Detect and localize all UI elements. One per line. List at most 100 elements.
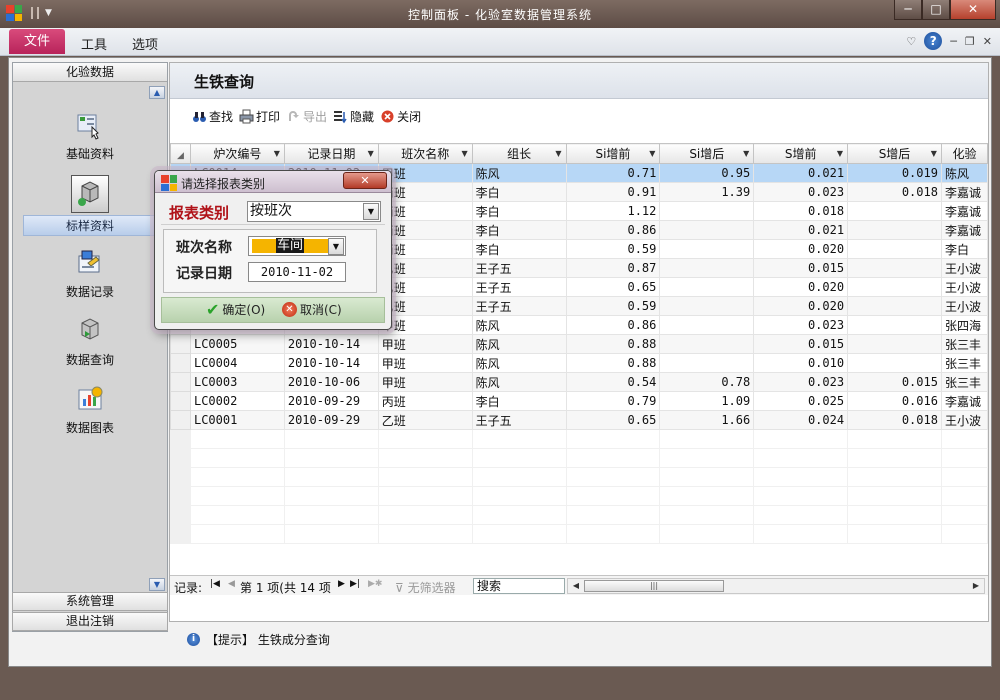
table-cell[interactable]: 0.021 bbox=[753, 220, 849, 240]
table-cell[interactable] bbox=[659, 315, 755, 335]
table-cell[interactable]: 0.65 bbox=[565, 410, 661, 430]
table-cell[interactable]: 李白 bbox=[471, 391, 567, 411]
table-cell[interactable]: 甲班 bbox=[377, 163, 473, 183]
tab-tools[interactable]: 工具 bbox=[81, 34, 107, 53]
table-cell[interactable]: 王子五 bbox=[471, 410, 567, 430]
table-cell[interactable]: 李白 bbox=[471, 239, 567, 259]
column-header[interactable]: S增后 ▼ bbox=[847, 143, 942, 164]
table-cell[interactable]: 王子五 bbox=[471, 277, 567, 297]
filter-status[interactable]: ⊽ 无筛选器 bbox=[395, 579, 456, 596]
column-header[interactable]: 组长 ▼ bbox=[471, 143, 567, 164]
table-cell[interactable]: 陈风 bbox=[940, 163, 988, 183]
hide-button[interactable]: 隐藏 bbox=[333, 108, 374, 125]
next-record-icon[interactable]: ▶ bbox=[338, 579, 345, 589]
table-cell[interactable]: 丙班 bbox=[377, 182, 473, 202]
table-cell[interactable]: 0.023 bbox=[753, 182, 849, 202]
table-cell[interactable]: 王小波 bbox=[940, 258, 988, 278]
horizontal-scrollbar[interactable]: ◀ ||| ▶ bbox=[567, 578, 985, 594]
table-cell[interactable]: 甲班 bbox=[377, 353, 473, 373]
table-cell[interactable]: 0.86 bbox=[565, 315, 661, 335]
table-cell[interactable]: 0.018 bbox=[753, 201, 849, 221]
select-all-header[interactable]: ◢ bbox=[170, 143, 191, 164]
column-header[interactable]: Si增前 ▼ bbox=[565, 143, 661, 164]
table-cell[interactable]: 李白 bbox=[940, 239, 988, 259]
table-cell[interactable]: LC0003 bbox=[189, 372, 285, 392]
table-cell[interactable]: 0.87 bbox=[565, 258, 661, 278]
table-cell[interactable]: 丙班 bbox=[377, 220, 473, 240]
row-selector[interactable] bbox=[170, 353, 191, 373]
table-cell[interactable]: 甲班 bbox=[377, 334, 473, 354]
nav-scroll-up-icon[interactable]: ▲ bbox=[149, 86, 165, 99]
table-cell[interactable] bbox=[659, 353, 755, 373]
print-button[interactable]: 打印 bbox=[239, 108, 280, 125]
table-row[interactable]: LC0005 2010-10-14 甲班 陈风 0.88 0.015 张三丰 bbox=[170, 334, 988, 354]
table-cell[interactable] bbox=[847, 201, 942, 221]
search-input[interactable]: 搜索 bbox=[473, 578, 565, 594]
table-cell[interactable]: 陈风 bbox=[471, 372, 567, 392]
table-cell[interactable]: 0.88 bbox=[565, 334, 661, 354]
column-header[interactable]: 班次名称 ▼ bbox=[377, 143, 473, 164]
tab-options[interactable]: 选项 bbox=[132, 34, 158, 53]
table-cell[interactable]: 王子五 bbox=[471, 296, 567, 316]
table-cell[interactable] bbox=[659, 220, 755, 240]
table-cell[interactable]: 乙班 bbox=[377, 258, 473, 278]
scroll-left-icon[interactable]: ◀ bbox=[569, 580, 583, 592]
nav-item-standard-sample[interactable]: 标样资料 bbox=[13, 175, 167, 236]
dialog-close-button[interactable]: ✕ bbox=[343, 172, 387, 189]
table-cell[interactable]: 0.015 bbox=[753, 258, 849, 278]
ok-button[interactable]: ✔ 确定(O) bbox=[206, 301, 265, 318]
table-cell[interactable]: 0.024 bbox=[753, 410, 849, 430]
table-cell[interactable] bbox=[659, 334, 755, 354]
table-cell[interactable]: 李嘉诚 bbox=[940, 220, 988, 240]
table-cell[interactable]: 李白 bbox=[471, 182, 567, 202]
table-cell[interactable]: 0.019 bbox=[847, 163, 942, 183]
nav-item-data-record[interactable]: 数据记录 bbox=[13, 247, 167, 300]
table-cell[interactable]: LC0005 bbox=[189, 334, 285, 354]
table-cell[interactable]: 0.018 bbox=[847, 410, 942, 430]
table-cell[interactable]: 李嘉诚 bbox=[940, 391, 988, 411]
table-cell[interactable]: 陈风 bbox=[471, 315, 567, 335]
table-cell[interactable] bbox=[659, 296, 755, 316]
report-type-select[interactable]: 按班次 ▼ bbox=[247, 201, 381, 222]
table-cell[interactable]: 2010-10-14 bbox=[283, 334, 379, 354]
table-cell[interactable] bbox=[847, 239, 942, 259]
table-cell[interactable] bbox=[847, 315, 942, 335]
table-cell[interactable] bbox=[847, 277, 942, 297]
export-button[interactable]: 导出 bbox=[286, 108, 327, 125]
table-row[interactable]: LC0002 2010-09-29 丙班 李白 0.79 1.09 0.025 0.016 李嘉… bbox=[170, 391, 988, 411]
table-cell[interactable]: 李白 bbox=[471, 201, 567, 221]
table-cell[interactable]: 甲班 bbox=[377, 315, 473, 335]
minimize-button[interactable]: ─ bbox=[894, 0, 922, 20]
ribbon-collapse-icon[interactable]: ♡ bbox=[906, 35, 916, 48]
row-selector[interactable] bbox=[170, 391, 191, 411]
table-cell[interactable]: 李白 bbox=[471, 220, 567, 240]
table-cell[interactable]: 1.66 bbox=[659, 410, 755, 430]
nav-group-logout[interactable]: 退出注销 bbox=[12, 612, 168, 631]
table-cell[interactable]: 0.59 bbox=[565, 296, 661, 316]
table-cell[interactable]: 0.78 bbox=[659, 372, 755, 392]
table-cell[interactable]: 0.59 bbox=[565, 239, 661, 259]
table-cell[interactable]: 王子五 bbox=[471, 258, 567, 278]
table-cell[interactable]: 0.020 bbox=[753, 239, 849, 259]
table-cell[interactable]: 乙班 bbox=[377, 277, 473, 297]
table-cell[interactable]: 王小波 bbox=[940, 277, 988, 297]
row-selector[interactable] bbox=[170, 334, 191, 354]
table-cell[interactable]: 0.018 bbox=[847, 182, 942, 202]
table-cell[interactable]: 0.021 bbox=[753, 163, 849, 183]
scroll-right-icon[interactable]: ▶ bbox=[969, 580, 983, 592]
table-cell[interactable]: 0.65 bbox=[565, 277, 661, 297]
table-cell[interactable]: LC0001 bbox=[189, 410, 285, 430]
cancel-button[interactable]: ✕ 取消(C) bbox=[282, 301, 342, 318]
table-cell[interactable] bbox=[659, 277, 755, 297]
mdi-close-icon[interactable]: ✕ bbox=[983, 35, 992, 48]
table-cell[interactable]: 2010-10-14 bbox=[283, 353, 379, 373]
table-cell[interactable]: 0.54 bbox=[565, 372, 661, 392]
table-cell[interactable] bbox=[847, 220, 942, 240]
table-cell[interactable]: 0.020 bbox=[753, 296, 849, 316]
chevron-down-icon[interactable]: ▼ bbox=[328, 238, 344, 255]
row-selector[interactable] bbox=[170, 410, 191, 430]
table-cell[interactable]: 1.39 bbox=[659, 182, 755, 202]
table-cell[interactable] bbox=[659, 239, 755, 259]
table-cell[interactable]: 丙班 bbox=[377, 391, 473, 411]
table-cell[interactable]: 2010-09-29 bbox=[283, 410, 379, 430]
